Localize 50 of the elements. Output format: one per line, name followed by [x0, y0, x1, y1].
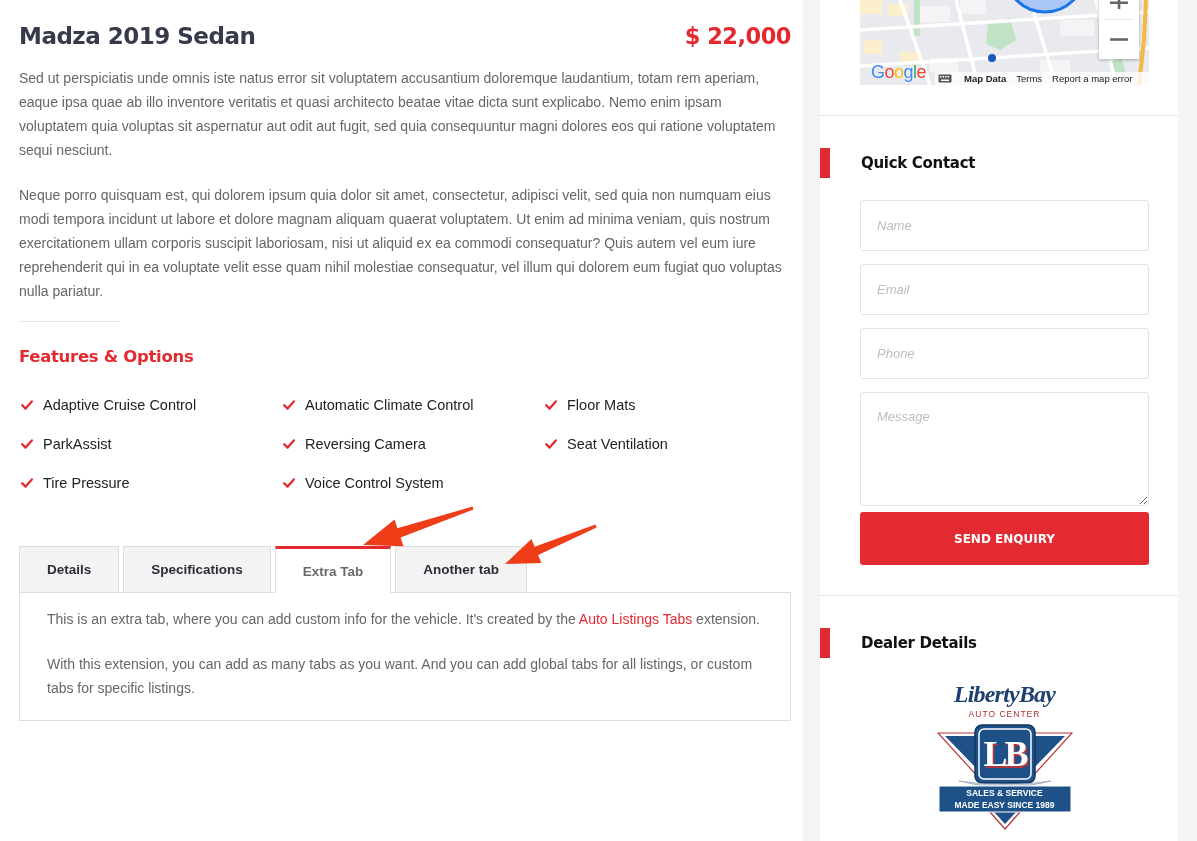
dealer-slogan: SALES & SERVICE [966, 787, 1043, 799]
listing-title: Madza 2019 Sedan [19, 22, 256, 51]
description-text: Neque porro quisquam est, qui dolorem ipsum quia dolor sit amet, consectetur, adipisci velit, sed quia non numquam eius modi tempora incidunt ut labore et dolore magnam aliquam quaerat voluptatem. Ut enim ad minima veniam, quis nostrum exercitationem ullam corporis suscipit laboriosam, nisi ut aliquid ex ea commodi consequatur? Quis autem vel eum iure reprehenderit qui in ea voluptate velit esse quam nihil molestiae consequatur, vel illum qui dolorem eum fugiat quo voluptas nulla pariatur. [19, 186, 783, 301]
minus-icon [1110, 38, 1128, 41]
check-icon [545, 399, 557, 410]
feature-label: Floor Mats [567, 396, 636, 413]
tab[interactable]: Details [19, 546, 120, 593]
map-logo: Google [871, 62, 927, 82]
check-icon [21, 438, 33, 449]
map-data-link[interactable]: Map Data [964, 72, 1007, 85]
terms-link[interactable]: Terms [1016, 72, 1043, 85]
check-icon [283, 477, 295, 488]
inline-link[interactable]: Auto Listings Tabs [578, 611, 693, 627]
plus-icon [1110, 0, 1128, 9]
input-field[interactable]: Phone [860, 328, 1149, 379]
tab-panel-text: This is an extra tab, where you can add custom info for the vehicle. It's created by the Auto Listings Tabs extension. [47, 610, 761, 629]
feature-label: Adaptive Cruise Control [43, 396, 197, 413]
tab[interactable]: Another tab [395, 546, 528, 593]
feature-label: Voice Control System [305, 474, 444, 491]
listing-price: $ 22,000 [684, 22, 791, 51]
section-heading: Quick Contact [861, 153, 976, 174]
dealer-wordmark: LibertyBay [953, 680, 1056, 708]
dealer-slogan: MADE EASY SINCE 1989 [954, 799, 1055, 811]
check-icon [283, 399, 295, 410]
section-heading: Dealer Details [861, 633, 977, 654]
check-icon [21, 399, 33, 410]
check-icon [283, 438, 295, 449]
tab-panel-text: With this extension, you can add as many tabs as you want. And you can add global tabs for all listings, or custom tabs for specific listings. [47, 655, 754, 698]
input-field[interactable]: Name [860, 200, 1149, 251]
feature-label: ParkAssist [43, 435, 112, 452]
dealer-subtitle: AUTO CENTER [968, 708, 1041, 720]
accent-bar [820, 628, 830, 658]
tab[interactable]: Specifications [123, 546, 271, 593]
dealer-monogram: LB [982, 733, 1028, 776]
report-link[interactable]: Report a map error [1052, 72, 1133, 85]
features-heading: Features & Options [19, 346, 195, 368]
check-icon [545, 438, 557, 449]
send-enquiry-button[interactable]: SEND ENQUIRY [860, 512, 1149, 565]
zoom-out-button[interactable] [1099, 20, 1139, 59]
keyboard-icon[interactable] [938, 74, 952, 83]
feature-label: Tire Pressure [43, 474, 130, 491]
feature-label: Seat Ventilation [567, 435, 668, 452]
message-field[interactable]: Message [860, 392, 1149, 506]
accent-bar [820, 148, 830, 178]
check-icon [21, 477, 33, 488]
description-text: Sed ut perspiciatis unde omnis iste natus error sit voluptatem accusantium doloremque laudantium, totam rem aperiam, eaque ipsa quae ab illo inventore veritatis et quasi architecto beatae vitae dicta sunt explicabo. Nemo enim ipsam voluptatem quia voluptas sit aspernatur aut odit aut fugit, sed quia consequuntur magni dolores eos qui ratione voluptatem sequi nesciunt. [19, 69, 777, 160]
input-field[interactable]: Email [860, 264, 1149, 315]
feature-label: Reversing Camera [305, 435, 426, 452]
tab[interactable]: Extra Tab [274, 546, 392, 593]
feature-label: Automatic Climate Control [305, 396, 474, 413]
